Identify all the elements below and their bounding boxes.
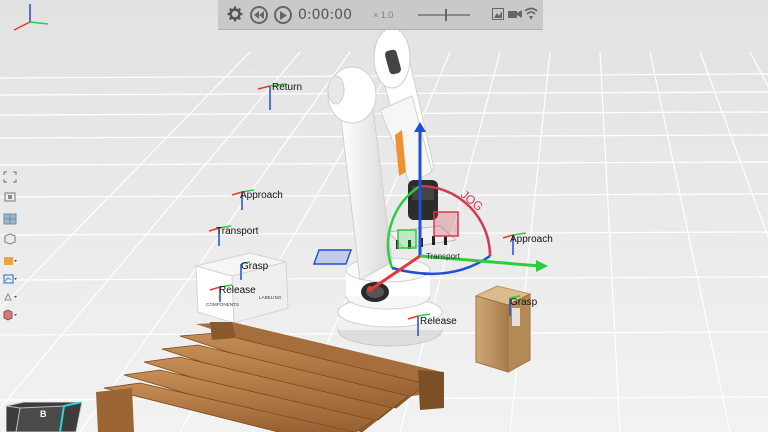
- label-grasp-left[interactable]: Grasp: [241, 261, 268, 272]
- 3d-viewport[interactable]: V COMPONENTS LABELING: [0, 0, 768, 432]
- signal-icon[interactable]: [524, 7, 538, 21]
- gear-icon[interactable]: [227, 5, 243, 23]
- layers-icon[interactable]: [3, 254, 17, 266]
- snapshot-icon[interactable]: [492, 8, 504, 20]
- box-right-text: LABELING: [259, 295, 282, 300]
- box-icon[interactable]: [3, 232, 17, 245]
- camera-icon[interactable]: [508, 8, 522, 20]
- rewind-icon[interactable]: [250, 6, 268, 24]
- view-cube-face-label[interactable]: B: [40, 409, 47, 419]
- label-release-left[interactable]: Release: [219, 285, 256, 296]
- fit-icon[interactable]: [3, 190, 17, 202]
- label-transport-small[interactable]: Transport: [426, 252, 460, 261]
- rotate-icon[interactable]: [3, 290, 17, 302]
- speed-slider-knob[interactable]: [445, 9, 447, 21]
- eye-icon[interactable]: [3, 272, 17, 284]
- play-icon[interactable]: [274, 6, 292, 24]
- time-display: 0:00:00: [298, 7, 352, 23]
- speed-slider[interactable]: [418, 14, 470, 16]
- box-left-text: COMPONENTS: [206, 302, 239, 307]
- label-grasp-right[interactable]: Grasp: [510, 297, 537, 308]
- grid-icon[interactable]: [3, 212, 17, 225]
- speed-display[interactable]: × 1.0: [373, 10, 393, 20]
- label-return[interactable]: Return: [272, 82, 302, 93]
- playback-toolbar: 0:00:00 × 1.0: [218, 0, 543, 30]
- expand-icon[interactable]: [3, 170, 17, 183]
- cube-icon[interactable]: [3, 308, 17, 321]
- label-approach-left[interactable]: Approach: [240, 190, 283, 201]
- label-release-mid[interactable]: Release: [420, 316, 457, 327]
- label-transport[interactable]: Transport: [216, 226, 258, 237]
- label-approach-right[interactable]: Approach: [510, 234, 553, 245]
